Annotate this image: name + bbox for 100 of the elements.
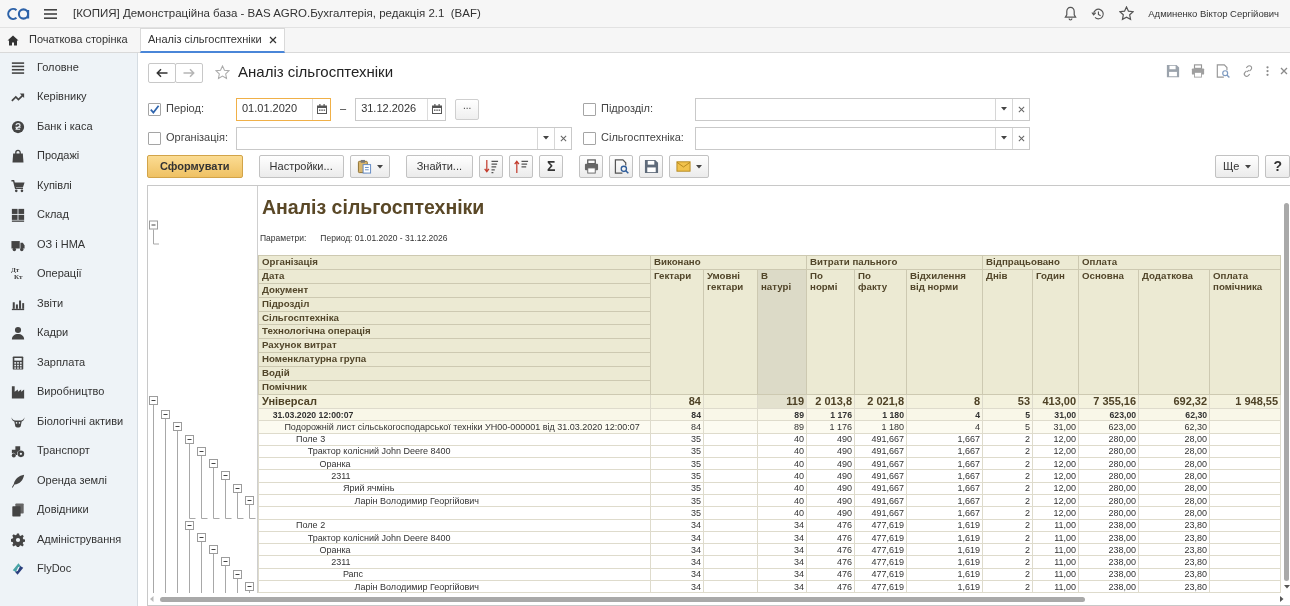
user-name[interactable]: Админенко Віктор Сергійович [1148, 7, 1279, 20]
row-label: Поле 2 [258, 519, 651, 532]
preview-icon[interactable] [1216, 64, 1230, 78]
generate-report-button[interactable]: Сформувати [147, 155, 243, 178]
window-title: [КОПИЯ] Демонстраційна база - BAS AGRO.Бухгалтерія, редакція 2.1 (BAF) [73, 6, 481, 21]
collapse-toggle-icon[interactable] [197, 447, 206, 456]
sidebar-item[interactable]: Головне [0, 53, 137, 83]
preview-button[interactable] [609, 155, 634, 178]
select-field[interactable] [695, 97, 1030, 121]
collapse-toggle-icon[interactable] [185, 435, 194, 444]
column-header: Годин [1032, 269, 1079, 395]
sidebar-item[interactable]: Кадри [0, 318, 137, 348]
table-cell: 490 [806, 482, 855, 495]
checkbox[interactable] [148, 131, 161, 145]
menu-icon[interactable] [44, 8, 57, 19]
collapse-toggle-icon[interactable] [149, 220, 158, 230]
sidebar-item[interactable]: Зарплата [0, 348, 137, 378]
back-button[interactable] [148, 62, 176, 83]
close-tab-icon[interactable] [268, 36, 277, 44]
calendar-icon[interactable] [431, 104, 442, 114]
sidebar-item[interactable]: Оренда землі [0, 466, 137, 496]
table-cell: 12,00 [1032, 457, 1079, 470]
sort-ascending-button[interactable] [509, 155, 534, 178]
collapse-toggle-icon[interactable] [233, 484, 242, 493]
collapse-toggle-icon[interactable] [221, 471, 230, 480]
collapse-toggle-icon[interactable] [209, 459, 218, 468]
bell-icon[interactable] [1064, 6, 1078, 21]
table-cell: 11,00 [1032, 568, 1079, 581]
tab[interactable]: Початкова сторінка [0, 28, 137, 52]
table-cell: 12,00 [1032, 482, 1079, 495]
toolbar-button[interactable]: Знайти... [405, 155, 474, 178]
paste-menu-button[interactable] [349, 155, 390, 178]
clear-icon [1017, 105, 1025, 113]
checkbox[interactable] [583, 131, 596, 145]
collapse-toggle-icon[interactable] [221, 557, 230, 566]
arrows-logo-icon [11, 562, 25, 577]
sidebar-item[interactable]: Банк і каса [0, 112, 137, 142]
sidebar-item[interactable]: Транспорт [0, 436, 137, 466]
scroll-down-arrow-icon[interactable] [1283, 585, 1290, 589]
column-group-header: Відпрацьовано [982, 255, 1079, 270]
send-menu-button[interactable] [669, 155, 710, 178]
table-cell: 40 [757, 494, 807, 507]
scroll-right-arrow-icon[interactable] [1280, 596, 1284, 602]
more-button[interactable]: ... [455, 98, 480, 120]
date-field[interactable]: 01.01.2020 [236, 97, 331, 121]
calculator-icon [11, 355, 25, 370]
close-icon[interactable] [1280, 67, 1288, 75]
table-cell: 476 [806, 531, 855, 544]
toolbar-button[interactable]: Σ [539, 155, 564, 178]
history-icon[interactable] [1091, 6, 1106, 21]
row-label: Оранка [258, 457, 651, 470]
row-label: Ларін Володимир Георгійович [258, 494, 651, 507]
collapse-toggle-icon[interactable] [197, 533, 206, 542]
sidebar-item[interactable]: Біологічні активи [0, 407, 137, 437]
sidebar-item[interactable]: Керівнику [0, 82, 137, 112]
row-label: Трактор колісний John Deere 8400 [258, 445, 651, 458]
print-button[interactable] [579, 155, 604, 178]
tab[interactable]: Аналіз сільгосптехніки [140, 28, 285, 53]
collapse-toggle-icon[interactable] [149, 396, 158, 405]
sidebar-item[interactable]: Продажі [0, 141, 137, 171]
print-icon[interactable] [1191, 64, 1205, 78]
sidebar-item[interactable]: Виробництво [0, 377, 137, 407]
column-header: Гектари [650, 269, 704, 395]
more-menu-button[interactable]: Ще [1215, 155, 1260, 178]
collapse-toggle-icon[interactable] [173, 422, 182, 431]
sidebar-item[interactable]: Купівлі [0, 171, 137, 201]
save-icon[interactable] [1166, 64, 1180, 78]
right-arrow-icon [183, 67, 195, 78]
collapse-toggle-icon[interactable] [245, 496, 254, 505]
checkbox[interactable] [148, 102, 161, 116]
collapse-toggle-icon[interactable] [209, 545, 218, 554]
toolbar-button[interactable]: ? [1265, 155, 1290, 178]
sort-descending-button[interactable] [479, 155, 504, 178]
date-field[interactable]: 31.12.2026 [355, 97, 447, 121]
collapse-toggle-icon[interactable] [233, 570, 242, 579]
select-field[interactable] [695, 126, 1030, 150]
sidebar-item[interactable]: Звіти [0, 289, 137, 319]
calendar-icon[interactable] [316, 104, 327, 114]
collapse-toggle-icon[interactable] [161, 410, 170, 419]
table-cell: 2 [982, 555, 1033, 569]
sidebar-item[interactable]: FlyDoc [0, 554, 137, 584]
toolbar-button[interactable]: Настройки... [258, 155, 344, 178]
checkbox[interactable] [583, 102, 596, 116]
save-button[interactable] [639, 155, 664, 178]
table-cell: 23,80 [1138, 531, 1210, 544]
more-icon[interactable] [1266, 65, 1269, 77]
caret-icon [1001, 107, 1007, 111]
table-cell: 2 [982, 580, 1033, 593]
collapse-toggle-icon[interactable] [185, 521, 194, 530]
sidebar-item[interactable]: Довідники [0, 495, 137, 525]
link-icon[interactable] [1241, 64, 1255, 78]
star-icon[interactable] [215, 65, 230, 80]
list-icon [11, 60, 25, 75]
parameters-label: Параметри: [260, 232, 307, 244]
star-icon[interactable] [1119, 6, 1135, 21]
select-field[interactable] [236, 126, 572, 150]
sidebar-item[interactable]: ОЗ і НМА [0, 230, 137, 260]
collapse-toggle-icon[interactable] [245, 582, 254, 591]
sidebar-item[interactable]: Адміністрування [0, 525, 137, 555]
sidebar-item[interactable]: Склад [0, 200, 137, 230]
